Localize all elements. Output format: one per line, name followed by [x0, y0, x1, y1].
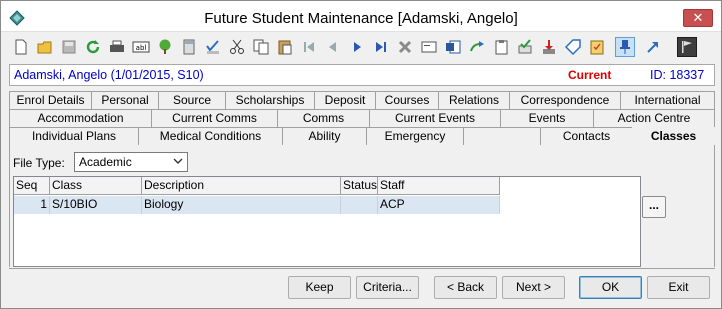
student-id: ID: 18337: [650, 68, 705, 82]
tab-international[interactable]: International: [620, 91, 715, 109]
save-icon[interactable]: [59, 37, 79, 57]
column-header-staff[interactable]: Staff: [378, 177, 500, 195]
open-icon[interactable]: [35, 37, 55, 57]
word-icon[interactable]: [443, 37, 463, 57]
tab-ability[interactable]: Ability: [282, 127, 367, 145]
copy-icon[interactable]: [251, 37, 271, 57]
tab-medical-conditions[interactable]: Medical Conditions: [138, 127, 283, 145]
close-button[interactable]: ✕: [683, 9, 713, 27]
new-icon[interactable]: [11, 37, 31, 57]
tab-action-centre[interactable]: Action Centre: [593, 109, 715, 127]
paste-icon[interactable]: [275, 37, 295, 57]
tab-source[interactable]: Source: [158, 91, 226, 109]
tab-current-events[interactable]: Current Events: [369, 109, 501, 127]
svg-text:abl: abl: [136, 44, 147, 52]
tab-correspondence[interactable]: Correspondence: [509, 91, 621, 109]
tab-current-comms[interactable]: Current Comms: [151, 109, 278, 127]
tab-relations[interactable]: Relations: [438, 91, 510, 109]
arrow-icon[interactable]: [643, 37, 663, 57]
title-bar: Future Student Maintenance [Adamski, Ang…: [1, 1, 721, 32]
criteria-button[interactable]: Criteria...: [356, 276, 419, 299]
cut-icon[interactable]: [227, 37, 247, 57]
tab-individual-plans[interactable]: Individual Plans: [9, 127, 139, 145]
tab-deposit[interactable]: Deposit: [314, 91, 376, 109]
cell-class: S/10BIO: [50, 196, 142, 214]
delete-icon[interactable]: [395, 37, 415, 57]
ellipsis-button[interactable]: ...: [642, 196, 666, 218]
file-type-select[interactable]: Academic: [74, 152, 188, 172]
chevron-down-icon: [173, 158, 183, 164]
cell-description: Biology: [142, 196, 341, 214]
calculator-icon[interactable]: [179, 37, 199, 57]
tab-scholarships[interactable]: Scholarships: [225, 91, 315, 109]
classes-grid[interactable]: Seq Class Description Status Staff 1 S/1…: [13, 176, 641, 267]
cell-staff: ACP: [378, 196, 500, 214]
checklist-icon[interactable]: [587, 37, 607, 57]
card-icon[interactable]: [419, 37, 439, 57]
ok-button[interactable]: OK: [579, 276, 642, 299]
file-type-value: Academic: [79, 155, 132, 169]
column-header-class[interactable]: Class: [50, 177, 142, 195]
table-row[interactable]: 1 S/10BIO Biology ACP: [14, 196, 500, 214]
tab-events[interactable]: Events: [500, 109, 594, 127]
status-badge: Current: [568, 68, 612, 82]
toolbar: abl: [9, 35, 715, 59]
main-window: Future Student Maintenance [Adamski, Ang…: [0, 0, 722, 309]
first-record-icon[interactable]: [299, 37, 319, 57]
cell-status: [341, 196, 378, 214]
tab-personal[interactable]: Personal: [91, 91, 159, 109]
cell-seq: 1: [14, 196, 50, 214]
next-record-icon[interactable]: [347, 37, 367, 57]
abl-icon[interactable]: abl: [131, 37, 151, 57]
spellcheck-icon[interactable]: [203, 37, 223, 57]
file-type-label: File Type:: [13, 156, 65, 170]
next-button[interactable]: Next >: [502, 276, 565, 299]
tab-emergency[interactable]: Emergency: [366, 127, 464, 145]
last-record-icon[interactable]: [371, 37, 391, 57]
tab-contacts[interactable]: Contacts: [540, 127, 633, 145]
column-header-description[interactable]: Description: [142, 177, 341, 195]
column-header-seq[interactable]: Seq: [14, 177, 50, 195]
exit-button[interactable]: Exit: [647, 276, 710, 299]
keep-button[interactable]: Keep: [288, 276, 351, 299]
tree-icon[interactable]: [155, 37, 175, 57]
tab-accommodation[interactable]: Accommodation: [9, 109, 152, 127]
flag-icon[interactable]: [677, 37, 697, 57]
student-name: Adamski, Angelo (1/01/2015, S10): [14, 68, 204, 82]
previous-record-icon[interactable]: [323, 37, 343, 57]
back-button[interactable]: < Back: [434, 276, 497, 299]
tag-icon[interactable]: [563, 37, 583, 57]
pin-icon[interactable]: [615, 37, 635, 57]
footer-divider: [9, 268, 715, 269]
print-icon[interactable]: [107, 37, 127, 57]
tab-blank[interactable]: [463, 127, 541, 145]
download-icon[interactable]: [539, 37, 559, 57]
clipboard-icon[interactable]: [491, 37, 511, 57]
tab-comms[interactable]: Comms: [277, 109, 370, 127]
approve-icon[interactable]: [515, 37, 535, 57]
forward-icon[interactable]: [467, 37, 487, 57]
refresh-icon[interactable]: [83, 37, 103, 57]
student-header: Adamski, Angelo (1/01/2015, S10) Current…: [9, 64, 715, 86]
tab-enrol-details[interactable]: Enrol Details: [9, 91, 92, 109]
tab-courses[interactable]: Courses: [375, 91, 439, 109]
grid-header: Seq Class Description Status Staff: [14, 177, 500, 195]
column-header-status[interactable]: Status: [341, 177, 378, 195]
window-title: Future Student Maintenance [Adamski, Ang…: [204, 10, 518, 27]
tab-classes[interactable]: Classes: [632, 127, 715, 145]
